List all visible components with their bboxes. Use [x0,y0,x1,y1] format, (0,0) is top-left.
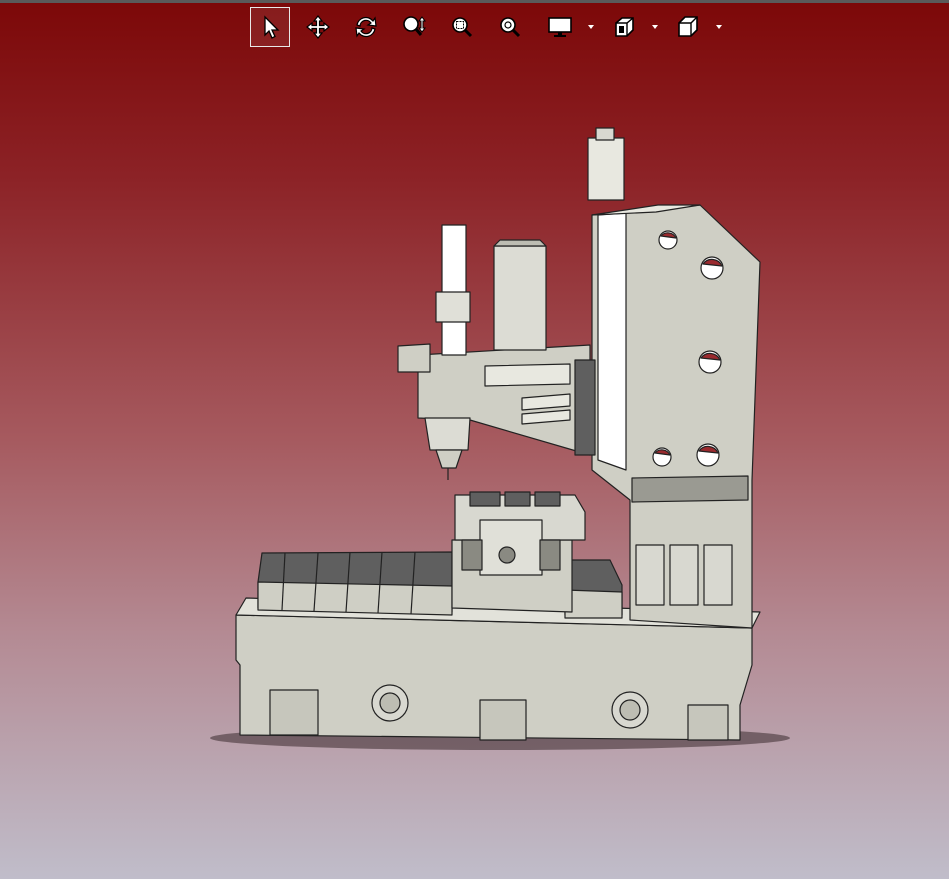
machine-model[interactable] [235,127,761,741]
zoom-button[interactable] [394,7,434,47]
display-button[interactable] [540,7,580,47]
zoom-window-button[interactable] [442,7,482,47]
select-button[interactable] [250,7,290,47]
section-dropdown-caret[interactable] [651,23,659,31]
zoom-updown-icon [403,16,426,36]
3d-viewport[interactable] [0,0,949,879]
pan-button[interactable] [298,7,338,47]
rotate-button[interactable] [346,7,386,47]
display-dropdown-caret[interactable] [587,23,595,31]
zoom-window-icon [452,17,473,38]
rotate-arrows-icon [355,16,377,38]
cursor-arrow-icon [264,15,280,39]
view-dropdown-caret[interactable] [715,23,723,31]
monitor-icon [548,17,572,37]
section-cube-icon [615,17,634,37]
view-cube-icon [678,16,698,37]
view-button[interactable] [668,7,708,47]
zoom-fit-button[interactable] [490,7,530,47]
zoom-fit-icon [500,17,521,38]
section-button[interactable] [604,7,644,47]
move-arrows-icon [306,15,330,39]
